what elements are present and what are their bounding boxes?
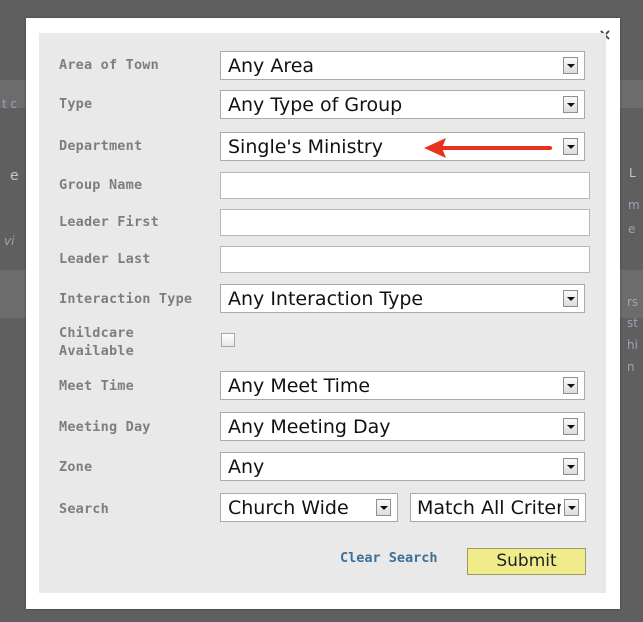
meet-time-value: Any Meet Time bbox=[228, 375, 371, 397]
childcare-available-label-line2: Available bbox=[59, 343, 134, 359]
department-label: Department bbox=[59, 138, 143, 154]
leader-first-field[interactable] bbox=[220, 209, 590, 236]
interaction-type-label: Interaction Type bbox=[59, 291, 193, 307]
search-match-value: Match All Criteria bbox=[417, 497, 561, 519]
chevron-down-icon[interactable] bbox=[563, 96, 578, 113]
red-arrow-annotation bbox=[424, 138, 552, 158]
background-text-fragment: n bbox=[627, 360, 635, 374]
meeting-day-value: Any Meeting Day bbox=[228, 416, 391, 438]
meeting-day-label: Meeting Day bbox=[59, 419, 151, 435]
department-value: Single's Ministry bbox=[228, 136, 383, 158]
background-text-fragment: rs bbox=[627, 295, 639, 309]
meet-time-label: Meet Time bbox=[59, 378, 134, 394]
area-of-town-value: Any Area bbox=[228, 55, 315, 77]
background-text-fragment: m bbox=[628, 198, 640, 212]
group-name-label: Group Name bbox=[59, 177, 143, 193]
chevron-down-icon[interactable] bbox=[563, 57, 578, 74]
background-text-fragment: t c bbox=[2, 97, 18, 111]
type-label: Type bbox=[59, 96, 93, 112]
search-scope-select[interactable]: Church Wide bbox=[220, 493, 398, 522]
chevron-down-icon[interactable] bbox=[563, 418, 578, 435]
chevron-down-icon[interactable] bbox=[563, 377, 578, 394]
zone-value: Any bbox=[228, 456, 265, 478]
interaction-type-value: Any Interaction Type bbox=[228, 288, 424, 310]
type-select[interactable]: Any Type of Group bbox=[220, 90, 585, 119]
childcare-available-label-line1: Childcare bbox=[59, 325, 134, 341]
chevron-down-icon[interactable] bbox=[563, 138, 578, 155]
background-text-fragment: e bbox=[628, 222, 636, 236]
area-of-town-select[interactable]: Any Area bbox=[220, 51, 585, 80]
childcare-available-checkbox[interactable] bbox=[221, 333, 235, 347]
meeting-day-select[interactable]: Any Meeting Day bbox=[220, 412, 585, 441]
search-label: Search bbox=[59, 501, 109, 517]
leader-last-field[interactable] bbox=[220, 246, 590, 273]
leader-last-label: Leader Last bbox=[59, 251, 151, 267]
search-scope-value: Church Wide bbox=[228, 497, 349, 519]
submit-button[interactable]: Submit bbox=[467, 548, 586, 575]
chevron-down-icon[interactable] bbox=[564, 499, 579, 516]
type-value: Any Type of Group bbox=[228, 94, 403, 116]
background-text-fragment: e bbox=[10, 168, 19, 184]
zone-select[interactable]: Any bbox=[220, 452, 585, 481]
background-text-fragment: vi bbox=[4, 234, 15, 248]
search-match-select[interactable]: Match All Criteria bbox=[410, 493, 586, 522]
zone-label: Zone bbox=[59, 459, 93, 475]
chevron-down-icon[interactable] bbox=[563, 458, 578, 475]
area-of-town-label: Area of Town bbox=[59, 57, 159, 73]
leader-first-label: Leader First bbox=[59, 214, 159, 230]
clear-search-link[interactable]: Clear Search bbox=[340, 550, 438, 566]
chevron-down-icon[interactable] bbox=[376, 499, 391, 516]
background-text-fragment: st bbox=[627, 316, 638, 330]
background-text-fragment: L bbox=[629, 166, 636, 180]
interaction-type-select[interactable]: Any Interaction Type bbox=[220, 284, 585, 313]
chevron-down-icon[interactable] bbox=[563, 290, 578, 307]
group-name-field[interactable] bbox=[220, 172, 590, 199]
meet-time-select[interactable]: Any Meet Time bbox=[220, 371, 585, 400]
background-text-fragment: hi bbox=[627, 338, 638, 352]
